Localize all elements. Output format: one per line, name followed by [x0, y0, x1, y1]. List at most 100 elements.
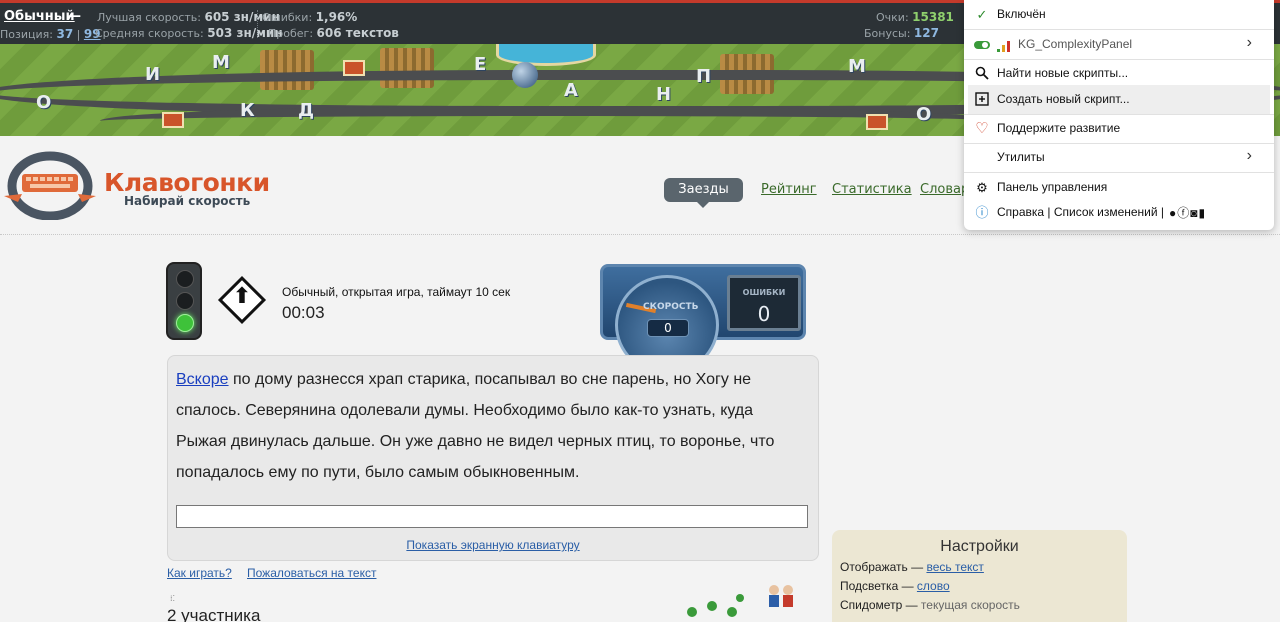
- setting-display: Отображать — весь текст: [840, 560, 984, 574]
- setting-label: Отображать —: [840, 560, 924, 574]
- participants-icon: ⁞⁚: [170, 594, 176, 603]
- stats-divider: [257, 10, 258, 38]
- mode-link[interactable]: Обычный: [4, 9, 75, 24]
- mileage-value: 606 текстов: [316, 26, 399, 40]
- setting-speedometer-value[interactable]: текущая скорость: [921, 598, 1020, 612]
- menu-item-script[interactable]: KG_ComplexityPanel ›: [964, 30, 1274, 59]
- checkmark-icon: ✓: [976, 7, 988, 22]
- banner-letter: К: [240, 100, 255, 121]
- setting-highlight: Подсветка — слово: [840, 579, 950, 593]
- menu-label: Включён: [997, 7, 1046, 21]
- mode-dash: —: [68, 9, 81, 24]
- setting-label: Спидометр —: [840, 598, 918, 612]
- settings-panel: Настройки Отображать — весь текст Подсве…: [832, 530, 1127, 622]
- errors-counter-label: ОШИБКИ: [742, 288, 786, 297]
- nav-races-tab[interactable]: Заезды: [664, 178, 743, 208]
- menu-item-enabled[interactable]: ✓ Включён: [964, 0, 1274, 29]
- menu-label: Справка | Список изменений |: [997, 205, 1165, 219]
- game-timer: 00:03: [282, 303, 325, 322]
- banner-letter: П: [696, 66, 712, 87]
- traffic-lamp-red: [176, 270, 194, 288]
- menu-item-help[interactable]: ⓘ Справка | Список изменений | ●ⓕ◙▮: [964, 198, 1274, 227]
- nav-statistics-link[interactable]: Статистика: [832, 182, 912, 197]
- chevron-right-icon: ›: [1246, 147, 1252, 164]
- errors-counter-value: 0: [757, 302, 771, 326]
- banner-letter: О: [36, 92, 52, 113]
- errors-value: 1,96%: [315, 10, 358, 24]
- avg-speed-label: Средняя скорость:: [95, 27, 204, 40]
- mileage-stat: Пробег: 606 текстов: [268, 26, 399, 40]
- show-keyboard-link[interactable]: Показать экранную клавиатуру: [168, 538, 818, 552]
- speedometer-panel: СКОРОСТЬ 0 ОШИБКИ 0: [600, 264, 806, 375]
- remaining-text: по дому разнесся храп старика, посапывал…: [176, 371, 775, 481]
- banner-letter: М: [848, 56, 866, 77]
- menu-label: Панель управления: [997, 180, 1108, 194]
- banner-letter: И: [145, 64, 161, 85]
- setting-label: Подсветка —: [840, 579, 914, 593]
- menu-item-support[interactable]: ♡ Поддержите развитие: [964, 114, 1274, 143]
- menu-label: Найти новые скрипты...: [997, 66, 1129, 80]
- setting-highlight-value[interactable]: слово: [917, 579, 950, 593]
- menu-item-create-script[interactable]: Создать новый скрипт...: [968, 85, 1270, 114]
- game-description: Обычный, открытая игра, таймаут 10 сек: [282, 285, 511, 299]
- plus-square-icon: [974, 92, 990, 108]
- mileage-label: Пробег:: [268, 27, 314, 40]
- logo-tagline: Набирай скорость: [124, 194, 251, 208]
- banner-book: [866, 114, 888, 130]
- settings-title: Настройки: [940, 538, 1019, 555]
- traffic-lamp-green: [176, 314, 194, 332]
- nav-rating-link[interactable]: Рейтинг: [761, 182, 817, 197]
- typing-input[interactable]: [176, 505, 808, 528]
- points-stat: Очки: 15381: [876, 10, 954, 24]
- arrow-up-icon: ⬆: [232, 284, 252, 309]
- traffic-lamp-yellow: [176, 292, 194, 310]
- banner-globe: [512, 62, 538, 88]
- search-icon: [974, 66, 990, 82]
- heart-icon: ♡: [975, 120, 989, 137]
- logo-name[interactable]: Клавогонки: [104, 168, 270, 197]
- bonus-label: Бонусы:: [864, 27, 911, 40]
- menu-label: Поддержите развитие: [997, 121, 1121, 135]
- chevron-right-icon: ›: [1246, 34, 1252, 51]
- points-value: 15381: [912, 10, 954, 24]
- header-divider: [0, 234, 1280, 235]
- players-icon: [687, 585, 793, 617]
- bonus-value: 127: [913, 26, 939, 40]
- how-to-play-link[interactable]: Как играть?: [167, 566, 232, 580]
- banner-book: [162, 112, 184, 128]
- position-label: Позиция:: [0, 28, 53, 41]
- participants-count: 2 участника: [167, 606, 261, 622]
- social-icons[interactable]: ●ⓕ◙▮: [1169, 204, 1206, 221]
- traffic-light-icon: [166, 262, 202, 340]
- banner-letter: Н: [656, 84, 672, 105]
- setting-speedometer: Спидометр — текущая скорость: [840, 598, 1020, 612]
- menu-item-find-scripts[interactable]: Найти новые скрипты...: [964, 59, 1274, 88]
- toggle-on-icon: [974, 37, 990, 53]
- bonus-stat: Бонусы: 127: [864, 26, 939, 40]
- signal-bars-icon: [995, 37, 1011, 53]
- logo-wheel-icon[interactable]: [4, 150, 96, 220]
- avg-speed-stat: Средняя скорость: 503 зн/мин: [95, 26, 283, 40]
- typing-panel: Вскоре по дому разнесся храп старика, по…: [167, 355, 819, 561]
- info-icon: ⓘ: [975, 205, 989, 220]
- banner-letter: Д: [298, 100, 315, 121]
- position-sep: |: [76, 28, 81, 41]
- setting-display-value[interactable]: весь текст: [926, 560, 983, 574]
- errors-stat: Ошибки: 1,96%: [262, 10, 357, 24]
- banner-road: [100, 106, 1000, 136]
- banner-pond: [496, 44, 596, 66]
- script-name: KG_ComplexityPanel: [1018, 37, 1133, 51]
- errors-counter: ОШИБКИ 0: [727, 275, 801, 331]
- best-speed-stat: Лучшая скорость: 605 зн/мин: [97, 10, 280, 24]
- best-speed-label: Лучшая скорость:: [97, 11, 201, 24]
- menu-item-utilities[interactable]: Утилиты ›: [964, 143, 1274, 172]
- banner-letter: А: [564, 80, 578, 101]
- position-stat: Позиция: 37 | 99: [0, 27, 101, 41]
- gear-icon: ⚙: [976, 180, 988, 195]
- banner-letter: О: [916, 104, 932, 125]
- banner-letter: М: [212, 52, 230, 73]
- errors-label: Ошибки:: [262, 11, 313, 24]
- report-text-link[interactable]: Пожаловаться на текст: [247, 566, 376, 580]
- banner-letter: Е: [474, 54, 487, 75]
- position-value: 37: [56, 27, 74, 41]
